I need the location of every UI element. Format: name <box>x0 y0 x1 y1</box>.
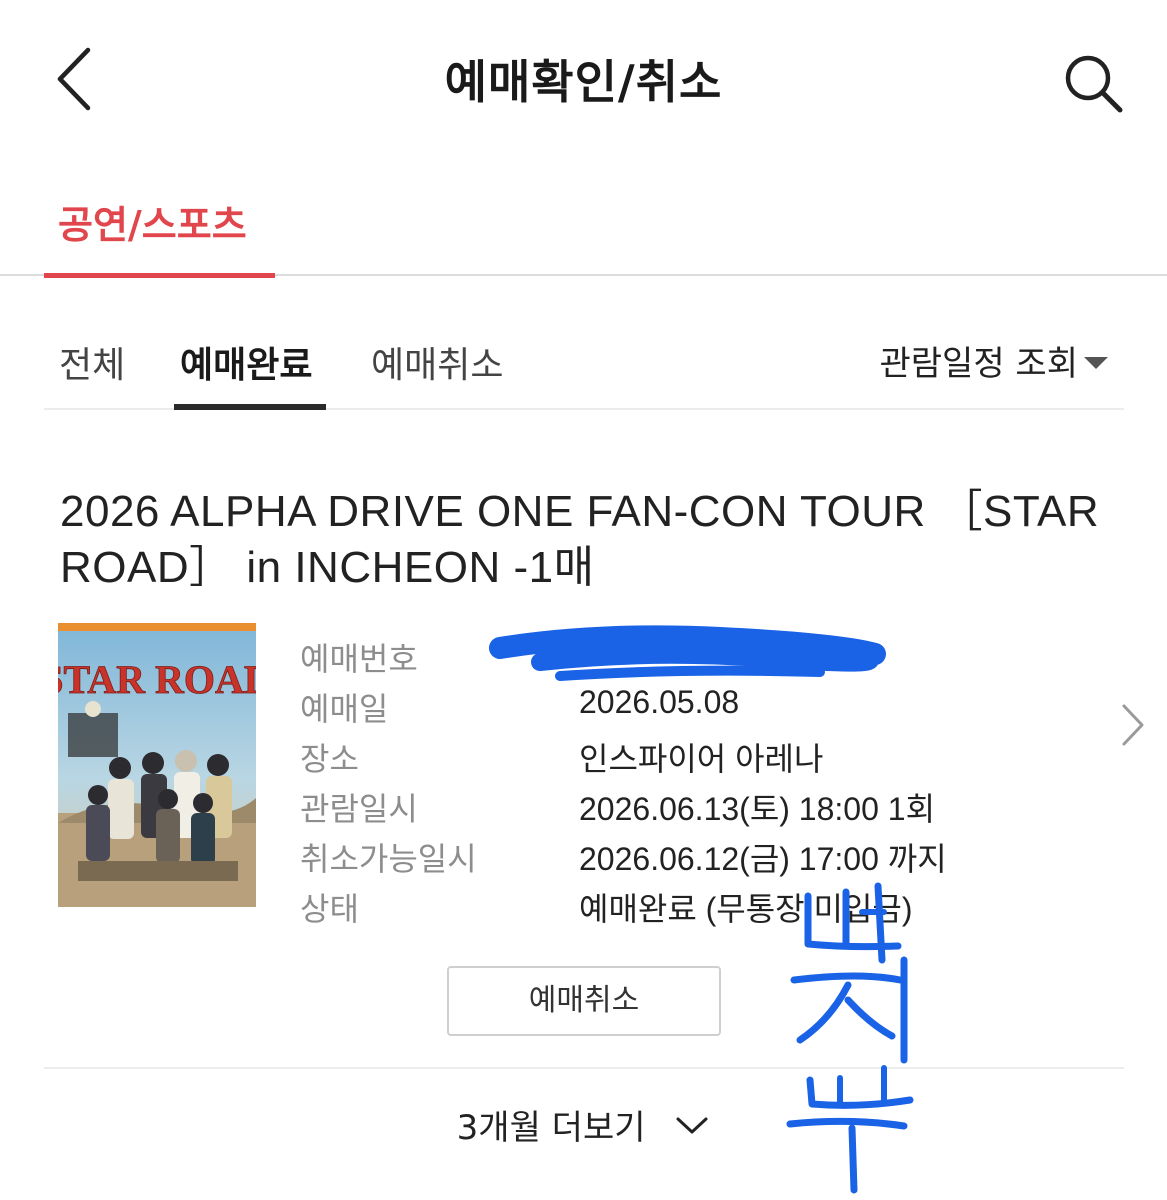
active-tab-indicator <box>44 273 275 278</box>
cancel-booking-button[interactable]: 예매취소 <box>447 966 721 1036</box>
booking-number-label: 예매번호 <box>300 640 418 678</box>
cancel-deadline-value: 2026.06.12(금) 17:00 까지 <box>579 841 947 877</box>
divider <box>44 1067 1124 1069</box>
tab-booking-cancelled[interactable]: 예매취소 <box>371 336 503 388</box>
chevron-right-icon <box>1122 704 1144 746</box>
status-label: 상태 <box>300 890 359 928</box>
chevron-down-icon <box>676 1117 708 1133</box>
load-more-label: 3개월 더보기 <box>456 1108 646 1148</box>
search-icon <box>1065 55 1123 113</box>
venue-value: 인스파이어 아레나 <box>579 741 824 777</box>
booking-date-value: 2026.05.08 <box>579 684 740 720</box>
tab-all[interactable]: 전체 <box>59 336 125 388</box>
tab-booking-complete[interactable]: 예매완료 <box>180 336 312 388</box>
load-more-button[interactable]: 3개월 더보기 <box>0 1100 1167 1149</box>
category-tab-bar: 공연/스포츠 <box>0 180 1167 278</box>
search-button[interactable] <box>1060 50 1126 116</box>
status-filter-bar: 전체 예매완료 예매취소 관람일정 조회 <box>44 318 1124 410</box>
booking-detail-link[interactable] <box>1118 700 1148 750</box>
event-poster[interactable]: STAR ROAD <box>58 623 256 907</box>
cancel-deadline-label: 취소가능일시 <box>300 840 477 878</box>
top-bar: 예매확인/취소 <box>0 0 1167 160</box>
schedule-filter-dropdown[interactable]: 관람일정 조회 <box>879 336 1108 385</box>
venue-label: 장소 <box>300 740 359 778</box>
booking-date-label: 예매일 <box>300 690 389 728</box>
active-filter-indicator <box>174 404 326 410</box>
tab-performance-sports[interactable]: 공연/스포츠 <box>44 180 275 278</box>
schedule-filter-label: 관람일정 조회 <box>879 344 1079 384</box>
page-title: 예매확인/취소 <box>444 55 723 109</box>
booking-title[interactable]: 2026 ALPHA DRIVE ONE FAN-CON TOUR ［STAR … <box>60 484 1120 596</box>
poster-title: STAR ROAD <box>58 657 256 702</box>
caret-down-icon <box>1084 356 1108 369</box>
poster-image: STAR ROAD <box>58 623 256 907</box>
tab-label: 공연/스포츠 <box>58 203 247 247</box>
show-datetime-value: 2026.06.13(토) 18:00 1회 <box>579 791 936 827</box>
show-datetime-label: 관람일시 <box>300 790 418 828</box>
status-value: 예매완료 (무통장 미입금) <box>579 891 913 927</box>
